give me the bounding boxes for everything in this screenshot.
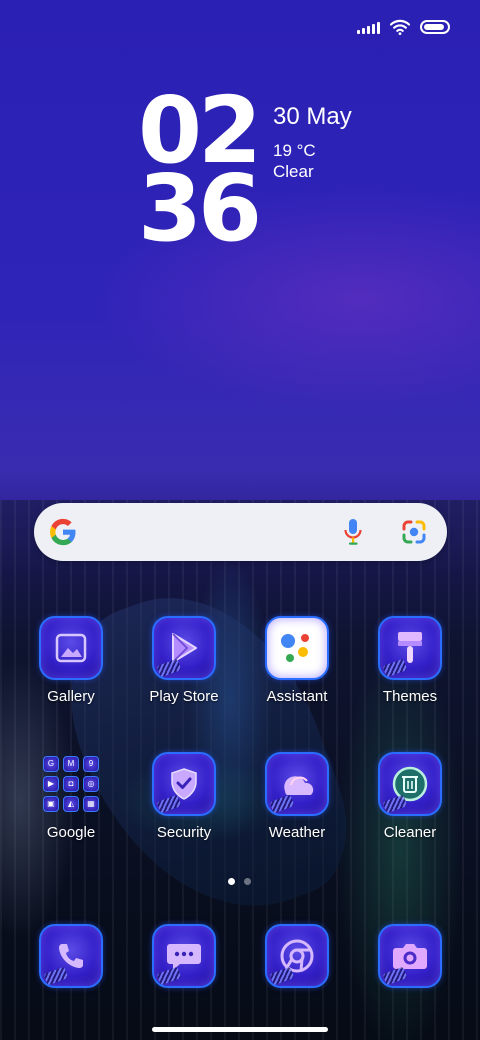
weather-condition-label: Clear	[273, 162, 314, 181]
camera-icon	[393, 944, 427, 969]
mic-icon[interactable]	[343, 518, 363, 546]
date-label: 30 May	[273, 103, 352, 130]
dock-camera[interactable]	[355, 924, 465, 988]
app-cleaner[interactable]: Cleaner	[355, 752, 465, 842]
app-security[interactable]: Security	[129, 752, 239, 842]
folder-app-icon: ▶	[43, 776, 59, 792]
folder-app-icon: ▣	[43, 796, 59, 812]
gallery-icon	[55, 633, 87, 663]
phone-icon	[59, 944, 83, 968]
app-gallery[interactable]: Gallery	[16, 616, 126, 706]
dock-messages[interactable]	[129, 924, 239, 988]
google-folder-icon: G M 9 ▶ ◘ ◎ ▣ ◭ ▦	[39, 752, 103, 816]
messages-icon	[167, 944, 201, 970]
lens-icon[interactable]	[401, 519, 427, 545]
app-themes[interactable]: Themes	[355, 616, 465, 706]
google-g-icon	[50, 518, 76, 546]
app-google-folder[interactable]: G M 9 ▶ ◘ ◎ ▣ ◭ ▦ Google	[16, 752, 126, 842]
page-dot-active[interactable]	[228, 878, 235, 885]
app-play-store[interactable]: Play Store	[129, 616, 239, 706]
folder-app-icon: M	[63, 756, 79, 772]
app-label: Cleaner	[383, 824, 437, 841]
page-indicator[interactable]	[228, 878, 251, 885]
dock-chrome[interactable]	[242, 924, 352, 988]
weather-icon	[284, 776, 314, 795]
app-assistant[interactable]: Assistant	[242, 616, 352, 706]
folder-app-icon: ◭	[63, 796, 79, 812]
app-label: Google	[46, 824, 96, 841]
clock-minutes: 36	[138, 155, 262, 262]
status-bar	[357, 16, 450, 38]
gesture-nav-handle[interactable]	[152, 1027, 328, 1032]
folder-app-icon: 9	[83, 756, 99, 772]
app-label: Assistant	[266, 688, 328, 705]
assistant-icon	[281, 634, 309, 662]
google-search-bar[interactable]	[34, 503, 447, 561]
clock-widget[interactable]: 02 36	[138, 85, 268, 262]
temperature-label: 19 °C	[273, 141, 316, 160]
folder-app-icon: G	[43, 756, 59, 772]
app-label: Security	[156, 824, 212, 841]
wifi-icon	[390, 19, 410, 35]
folder-app-icon: ▦	[83, 796, 99, 812]
app-weather[interactable]: Weather	[242, 752, 352, 842]
app-label: Gallery	[47, 688, 95, 705]
app-label: Themes	[382, 688, 438, 705]
page-dot[interactable]	[244, 878, 251, 885]
app-label: Play Store	[149, 688, 219, 705]
folder-app-icon: ◘	[63, 776, 79, 792]
signal-icon	[357, 20, 380, 34]
dock-phone[interactable]	[16, 924, 126, 988]
date-weather-widget[interactable]: 30 May 19 °C Clear	[273, 102, 352, 182]
battery-fill	[424, 24, 444, 30]
battery-icon	[420, 20, 450, 34]
app-label: Weather	[268, 824, 326, 841]
folder-app-icon: ◎	[83, 776, 99, 792]
